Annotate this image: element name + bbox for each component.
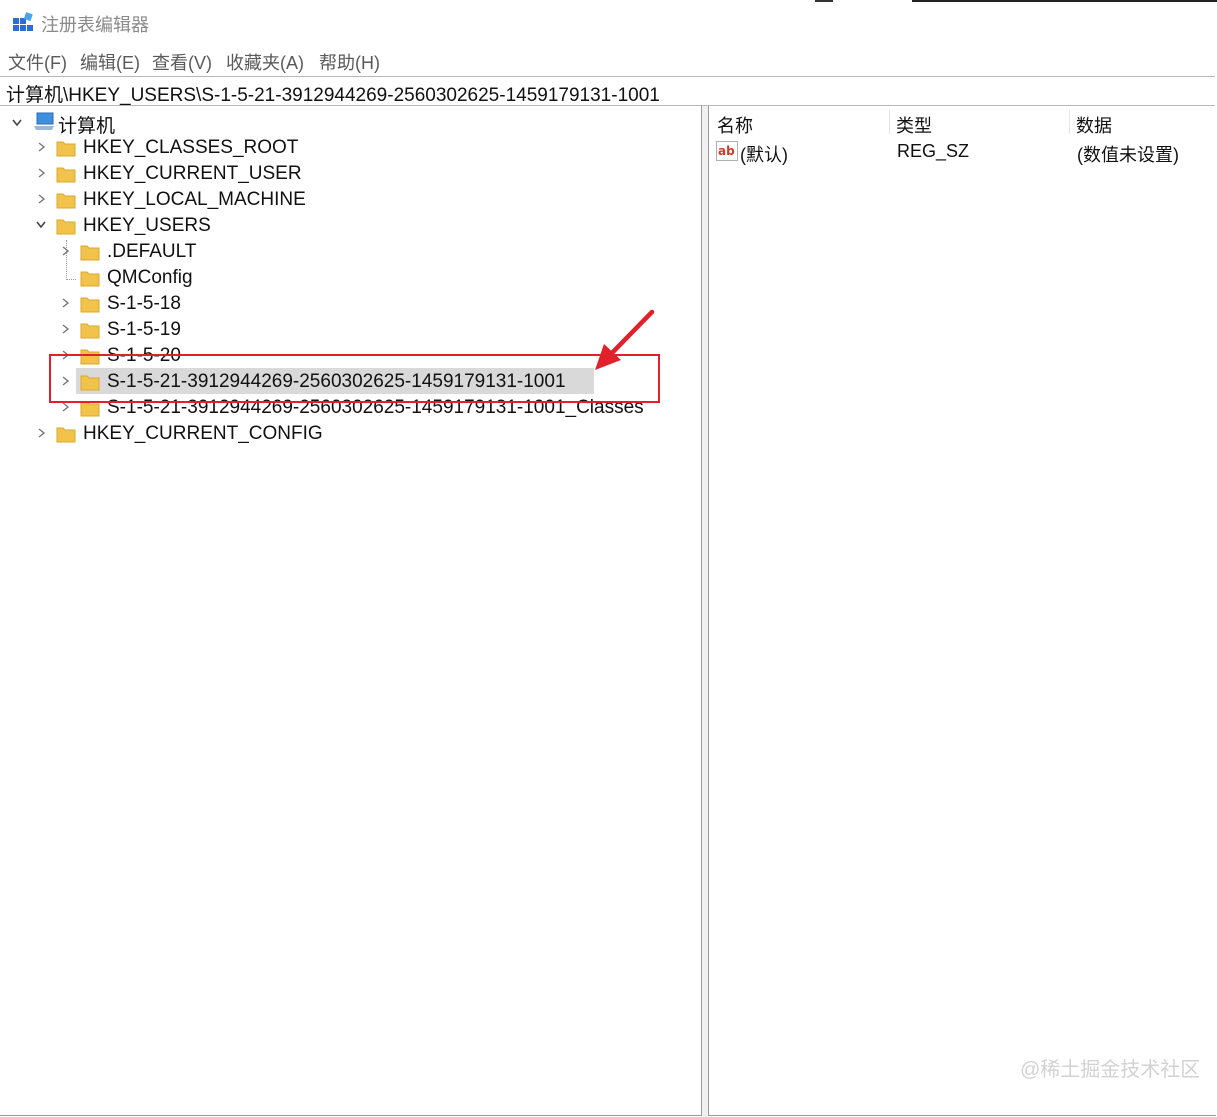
menu-view[interactable]: 查看(V) bbox=[152, 49, 212, 75]
tree-label: QMConfig bbox=[107, 267, 193, 288]
column-divider[interactable] bbox=[889, 110, 890, 134]
top-edge-mark bbox=[815, 0, 833, 2]
tree-label: 计算机 bbox=[58, 116, 116, 137]
tree-label: S-1-5-19 bbox=[107, 319, 181, 340]
folder-icon bbox=[56, 141, 76, 157]
chevron-right-icon[interactable] bbox=[60, 298, 70, 308]
chevron-right-icon[interactable] bbox=[60, 402, 70, 412]
title-bar: 注册表编辑器 bbox=[0, 0, 1217, 44]
computer-icon bbox=[34, 112, 54, 130]
chevron-right-icon[interactable] bbox=[60, 324, 70, 334]
menu-edit[interactable]: 编辑(E) bbox=[80, 49, 140, 75]
folder-icon bbox=[80, 271, 100, 287]
tree-node-hkey-classes-root[interactable]: HKEY_CLASSES_ROOT bbox=[32, 136, 298, 162]
tree-node-s-1-5-18[interactable]: S-1-5-18 bbox=[56, 292, 256, 318]
chevron-right-icon[interactable] bbox=[36, 168, 46, 178]
top-edge-mark bbox=[912, 0, 1217, 2]
values-list-pane[interactable]: 名称 类型 数据 ab (默认) REG_SZ (数值未设置) bbox=[708, 106, 1216, 1116]
tree-node-qmconfig[interactable]: QMConfig bbox=[56, 266, 256, 292]
folder-icon bbox=[56, 427, 76, 443]
tree-node-default[interactable]: .DEFAULT bbox=[56, 240, 256, 266]
chevron-down-icon[interactable] bbox=[36, 220, 46, 230]
registry-editor-icon bbox=[13, 12, 33, 31]
window-title: 注册表编辑器 bbox=[41, 15, 149, 35]
menu-bar: 文件(F) 编辑(E) 查看(V) 收藏夹(A) 帮助(H) bbox=[0, 46, 1217, 74]
address-path[interactable]: 计算机\HKEY_USERS\S-1-5-21-3912944269-25603… bbox=[6, 80, 660, 107]
folder-icon bbox=[56, 167, 76, 183]
highlight-box bbox=[49, 354, 660, 403]
tree-node-hkey-current-user[interactable]: HKEY_CURRENT_USER bbox=[32, 162, 302, 188]
tree-node-hkey-local-machine[interactable]: HKEY_LOCAL_MACHINE bbox=[32, 188, 312, 214]
tree-label: HKEY_CURRENT_CONFIG bbox=[83, 423, 323, 444]
chevron-down-icon[interactable] bbox=[12, 118, 22, 128]
value-data: (数值未设置) bbox=[1077, 145, 1179, 165]
value-name: (默认) bbox=[740, 145, 788, 165]
menu-help[interactable]: 帮助(H) bbox=[319, 49, 380, 75]
tree-label: HKEY_USERS bbox=[83, 215, 211, 236]
folder-icon bbox=[56, 193, 76, 209]
chevron-right-icon[interactable] bbox=[36, 194, 46, 204]
folder-icon bbox=[80, 245, 100, 261]
svg-text:ab: ab bbox=[718, 144, 735, 158]
chevron-right-icon[interactable] bbox=[36, 428, 46, 438]
tree-node-s-1-5-19[interactable]: S-1-5-19 bbox=[56, 318, 256, 344]
chevron-right-icon[interactable] bbox=[36, 142, 46, 152]
tree-label: S-1-5-18 bbox=[107, 293, 181, 314]
address-bar[interactable]: 计算机\HKEY_USERS\S-1-5-21-3912944269-25603… bbox=[0, 76, 1215, 106]
column-header-name[interactable]: 名称 bbox=[717, 112, 753, 138]
folder-icon bbox=[80, 297, 100, 313]
tree-label: HKEY_CLASSES_ROOT bbox=[83, 137, 299, 158]
chevron-right-icon[interactable] bbox=[60, 246, 70, 256]
folder-icon bbox=[80, 323, 100, 339]
string-value-ab-icon: ab bbox=[716, 141, 738, 161]
column-header-type[interactable]: 类型 bbox=[896, 112, 932, 138]
tree-node-computer[interactable]: 计算机 bbox=[8, 110, 208, 137]
tree-label: HKEY_CURRENT_USER bbox=[83, 163, 302, 184]
red-arrow-icon bbox=[595, 309, 655, 370]
folder-open-icon bbox=[56, 219, 76, 235]
column-divider[interactable] bbox=[1069, 110, 1070, 134]
menu-file[interactable]: 文件(F) bbox=[8, 49, 67, 75]
tree-label: HKEY_LOCAL_MACHINE bbox=[83, 189, 306, 210]
tree-node-hkey-users[interactable]: HKEY_USERS bbox=[32, 214, 232, 240]
watermark: @稀土掘金技术社区 bbox=[1020, 1059, 1201, 1081]
tree-node-hkey-current-config[interactable]: HKEY_CURRENT_CONFIG bbox=[32, 422, 332, 448]
value-type: REG_SZ bbox=[897, 141, 970, 161]
menu-favorites[interactable]: 收藏夹(A) bbox=[226, 49, 304, 75]
column-header-data[interactable]: 数据 bbox=[1076, 112, 1112, 138]
tree-label: .DEFAULT bbox=[107, 241, 197, 262]
